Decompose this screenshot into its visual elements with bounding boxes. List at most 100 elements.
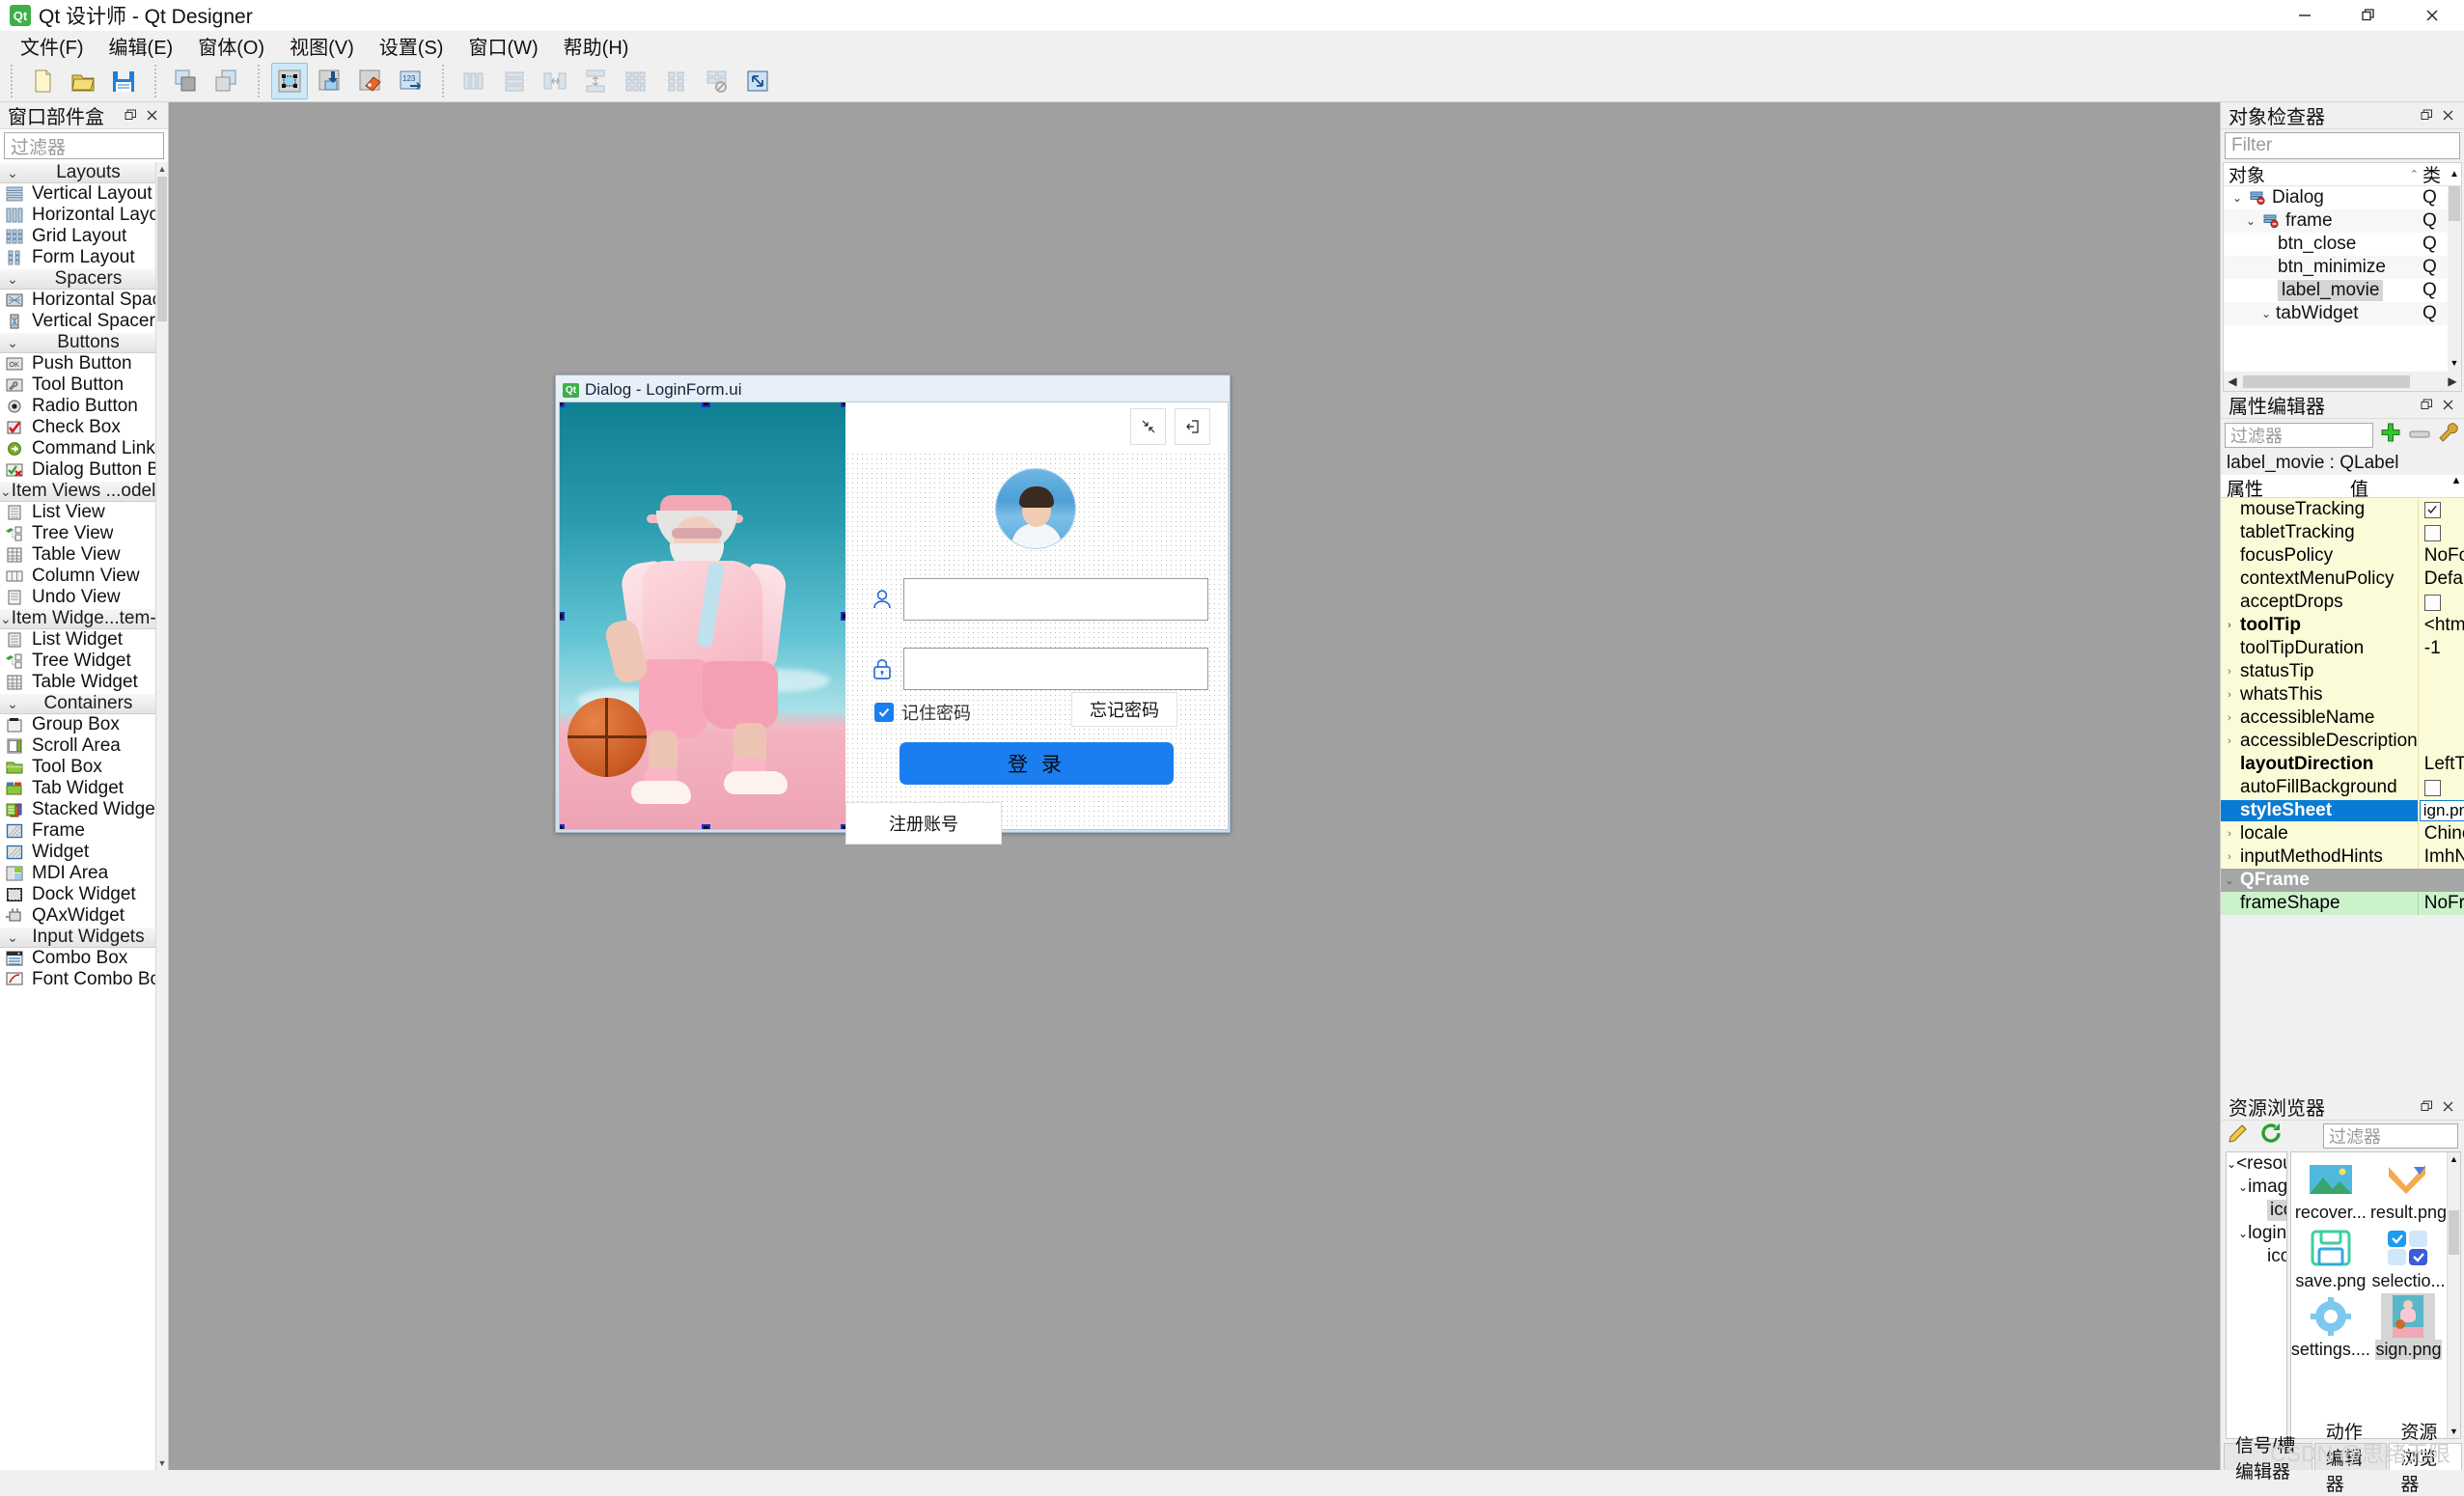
widget-item-widget[interactable]: Widget <box>0 842 155 863</box>
property-value[interactable]: NoFocus <box>2418 544 2464 568</box>
widget-item-dock-widget[interactable]: Dock Widget <box>0 884 155 905</box>
property-row-acceptDrops[interactable]: acceptDrops <box>2221 591 2464 614</box>
scrollbar-thumb[interactable] <box>2449 186 2460 221</box>
username-input[interactable] <box>903 578 1208 621</box>
stylesheet-value-input[interactable]: ign.png);\n} <box>2420 800 2464 821</box>
property-row-inputMethodHints[interactable]: ›inputMethodHints ImhNone <box>2221 845 2464 869</box>
close-icon[interactable] <box>2437 105 2458 126</box>
chevron-right-icon[interactable]: › <box>2221 851 2238 863</box>
login-button[interactable]: 登 录 <box>900 742 1174 785</box>
resource-grid-vscrollbar[interactable]: ▲ ▼ <box>2447 1152 2460 1438</box>
property-value[interactable]: -1 <box>2418 637 2464 660</box>
property-checkbox[interactable] <box>2424 525 2441 541</box>
property-row-layoutDirection[interactable]: layoutDirection LeftToRight <box>2221 753 2464 776</box>
widget-item-vertical-spacer[interactable]: Vertical Spacer <box>0 311 155 332</box>
undock-icon[interactable] <box>2416 1096 2437 1118</box>
property-row-styleSheet[interactable]: styleSheet ign.png);\n} ... <box>2221 799 2464 822</box>
layout-form-icon[interactable] <box>658 63 695 99</box>
widget-item-group-box[interactable]: Group Box <box>0 714 155 735</box>
menu-settings[interactable]: 设置(S) <box>367 29 457 63</box>
resource-tree-row-images[interactable]: ⌄ images <box>2227 1176 2286 1199</box>
menu-form[interactable]: 窗体(O) <box>185 29 277 63</box>
edit-widgets-icon[interactable] <box>271 63 308 99</box>
chevron-down-icon[interactable]: ⌄ <box>2241 214 2260 228</box>
widget-item-tool-button[interactable]: Tool Button <box>0 374 155 396</box>
object-tree-hscrollbar[interactable]: ◀ ▶ <box>2224 372 2461 391</box>
chevron-right-icon[interactable]: › <box>2221 712 2238 724</box>
close-icon[interactable] <box>2437 1096 2458 1118</box>
object-inspector-filter-input[interactable]: Filter <box>2225 132 2460 159</box>
save-form-icon[interactable] <box>105 63 142 99</box>
widget-box-scrollbar[interactable]: ▲ ▼ <box>155 162 168 1470</box>
property-value[interactable]: LeftToRight <box>2418 753 2464 776</box>
resource-tree-row-root[interactable]: ⌄ <resource ro... <box>2227 1152 2286 1176</box>
mdi-canvas[interactable]: Qt Dialog - LoginForm.ui <box>169 102 2220 1470</box>
scroll-up-icon[interactable]: ▲ <box>156 162 168 176</box>
property-checkbox[interactable] <box>2424 502 2441 518</box>
widget-item-dialog-button-box[interactable]: Dialog Button Box <box>0 459 155 481</box>
password-input[interactable] <box>903 648 1208 690</box>
property-row-locale[interactable]: ›locale Chinese, China <box>2221 822 2464 845</box>
scroll-right-icon[interactable]: ▶ <box>2444 374 2461 388</box>
property-row-toolTipDuration[interactable]: toolTipDuration -1 <box>2221 637 2464 660</box>
scrollbar-thumb[interactable] <box>157 177 167 321</box>
widget-item-font-combo-box[interactable]: Font Combo Box <box>0 969 155 990</box>
property-value[interactable] <box>2418 730 2464 753</box>
widget-item-list-widget[interactable]: List Widget <box>0 629 155 651</box>
widget-box-category-layouts[interactable]: ⌄ Layouts <box>0 162 155 183</box>
chevron-right-icon[interactable]: › <box>2221 735 2238 747</box>
widget-item-form-layout[interactable]: Form Layout <box>0 247 155 268</box>
tree-row-btn-close[interactable]: btn_close Q <box>2224 233 2448 256</box>
property-row-autoFillBackground[interactable]: autoFillBackground <box>2221 776 2464 799</box>
widget-item-vertical-layout[interactable]: Vertical Layout <box>0 183 155 205</box>
menu-edit[interactable]: 编辑(E) <box>97 29 186 63</box>
widget-item-scroll-area[interactable]: Scroll Area <box>0 735 155 757</box>
property-value[interactable] <box>2418 706 2464 730</box>
widget-box-category-input-widgets[interactable]: ⌄ Input Widgets <box>0 927 155 948</box>
widget-item-combo-box[interactable]: Combo Box <box>0 948 155 969</box>
undock-icon[interactable] <box>120 105 141 126</box>
chevron-right-icon[interactable]: › <box>2221 666 2238 678</box>
widget-item-push-button[interactable]: OK Push Button <box>0 353 155 374</box>
scrollbar-thumb[interactable] <box>2243 375 2410 388</box>
scroll-up-icon[interactable]: ▲ <box>2448 1152 2460 1166</box>
widget-box-category-buttons[interactable]: ⌄ Buttons <box>0 332 155 353</box>
menu-window[interactable]: 窗口(W) <box>456 29 550 63</box>
edit-tab-order-icon[interactable]: 123 <box>393 63 429 99</box>
resource-file-settings[interactable]: settings.... <box>2291 1291 2370 1360</box>
property-value[interactable] <box>2418 660 2464 683</box>
widget-item-table-widget[interactable]: Table Widget <box>0 672 155 693</box>
chevron-down-icon[interactable]: ⌄ <box>2238 1180 2248 1194</box>
add-icon[interactable] <box>2379 421 2402 450</box>
label-movie-image[interactable] <box>560 402 845 829</box>
tree-row-frame[interactable]: ⌄ frame Q <box>2224 209 2448 233</box>
property-row-focusPolicy[interactable]: focusPolicy NoFocus <box>2221 544 2464 568</box>
edit-signals-slots-icon[interactable] <box>312 63 348 99</box>
undock-icon[interactable] <box>2416 105 2437 126</box>
object-tree-vscrollbar[interactable]: ▼ <box>2448 186 2461 372</box>
resource-file-save[interactable]: save.png <box>2291 1223 2370 1291</box>
property-row-mouseTracking[interactable]: mouseTracking <box>2221 498 2464 521</box>
undo-icon[interactable] <box>168 63 205 99</box>
scrollbar-thumb[interactable] <box>2449 1210 2459 1255</box>
widget-item-grid-layout[interactable]: Grid Layout <box>0 226 155 247</box>
break-layout-icon[interactable] <box>699 63 735 99</box>
resource-file-recover[interactable]: recover... <box>2291 1154 2370 1223</box>
chevron-down-icon[interactable]: ⌄ <box>2228 191 2247 205</box>
widget-item-list-view[interactable]: List View <box>0 502 155 523</box>
redo-icon[interactable] <box>208 63 245 99</box>
property-value[interactable]: NoFrame <box>2418 892 2464 915</box>
chevron-right-icon[interactable]: › <box>2221 689 2238 701</box>
register-button[interactable]: 注册账号 <box>845 802 1002 845</box>
widget-item-horizontal-spacer[interactable]: Horizontal Spacer <box>0 290 155 311</box>
widget-item-qax-widget[interactable]: QAxWidget <box>0 905 155 927</box>
adjust-size-icon[interactable] <box>739 63 776 99</box>
chevron-down-icon[interactable]: ⌄ <box>2221 874 2238 887</box>
property-value[interactable]: ImhNone <box>2418 845 2464 869</box>
chevron-down-icon[interactable]: ⌄ <box>2238 1227 2248 1240</box>
resource-filter-input[interactable]: 过滤器 <box>2323 1123 2458 1149</box>
property-row-contextMenuPolicy[interactable]: contextMenuPolicy DefaultContext... <box>2221 568 2464 591</box>
widget-item-stacked-widget[interactable]: Stacked Widget <box>0 799 155 820</box>
menu-help[interactable]: 帮助(H) <box>551 29 642 63</box>
undock-icon[interactable] <box>2416 395 2437 416</box>
